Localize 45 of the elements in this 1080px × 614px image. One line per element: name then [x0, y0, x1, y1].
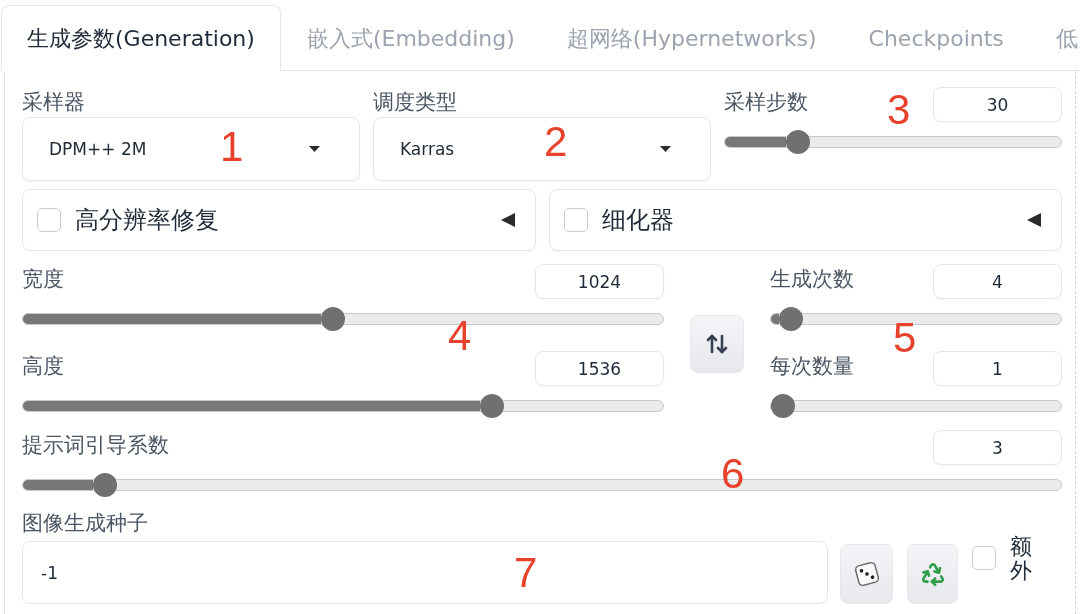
recycle-icon — [919, 561, 946, 587]
up-down-arrows-icon — [705, 332, 729, 356]
caret-icon — [660, 146, 671, 152]
field-label: 调度类型 — [373, 89, 457, 116]
checkbox[interactable] — [972, 546, 996, 570]
accordion-title[interactable]: 细化器 — [601, 204, 674, 236]
number-input[interactable]: 1536 — [535, 351, 664, 386]
annotation-number: 5 — [893, 317, 917, 359]
field-label: 每次数量 — [770, 353, 854, 380]
annotation-number: 6 — [721, 453, 745, 495]
field-label: 高度 — [22, 353, 64, 380]
slider-thumb[interactable] — [321, 307, 346, 331]
number-input[interactable]: 1 — [933, 351, 1062, 386]
reuse-seed-button[interactable] — [907, 544, 958, 604]
caret-icon — [309, 146, 320, 152]
slider-thumb[interactable] — [771, 394, 795, 418]
dice-icon — [853, 561, 880, 587]
number-input[interactable]: 30 — [933, 87, 1062, 122]
extra-label: 额外 — [1010, 535, 1032, 584]
checkbox[interactable] — [563, 208, 588, 232]
annotation-number: 7 — [514, 552, 538, 594]
tab[interactable]: 生成参数(Generation) — [1, 5, 281, 71]
field-label: 宽度 — [22, 266, 64, 293]
field-label: 采样步数 — [724, 89, 808, 116]
checkbox[interactable] — [37, 208, 61, 232]
annotation-number: 1 — [220, 126, 244, 168]
slider-thumb[interactable] — [778, 307, 803, 331]
number-input[interactable]: 4 — [933, 264, 1062, 299]
number-input[interactable]: 1024 — [535, 264, 664, 299]
accordion-title[interactable]: 高分辨率修复 — [75, 204, 219, 236]
field-label: 生成次数 — [770, 266, 854, 293]
slider-thumb[interactable] — [785, 130, 810, 154]
slider-thumb[interactable] — [92, 473, 117, 497]
field-label: 图像生成种子 — [22, 513, 148, 533]
collapse-triangle-icon[interactable] — [500, 213, 515, 227]
swap-button[interactable] — [690, 315, 744, 373]
annotation-number: 4 — [448, 315, 472, 357]
number-input[interactable]: 3 — [933, 430, 1062, 465]
field-label: 提示词引导系数 — [22, 432, 169, 459]
annotation-number: 2 — [544, 121, 568, 163]
collapse-triangle-icon[interactable] — [1027, 213, 1041, 227]
field-label: 采样器 — [22, 89, 85, 116]
annotation-number: 3 — [887, 89, 911, 131]
random-seed-button[interactable] — [840, 544, 893, 604]
slider-thumb[interactable] — [480, 394, 505, 418]
